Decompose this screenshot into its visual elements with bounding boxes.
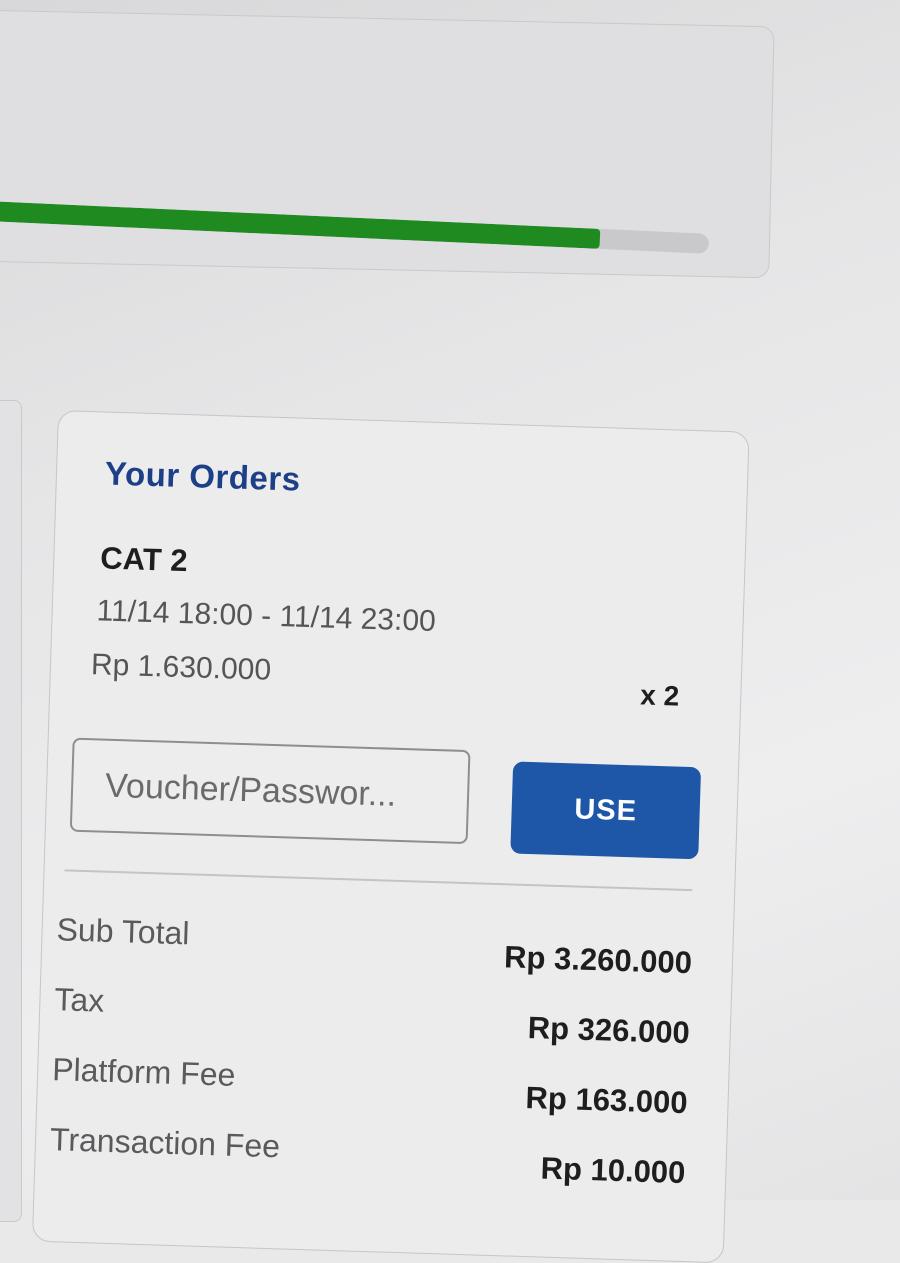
order-item-quantity: x 2 (639, 679, 680, 712)
progress-card (0, 9, 775, 279)
summary-label: Sub Total (56, 911, 191, 952)
voucher-input[interactable] (69, 737, 471, 845)
progress-bar (0, 200, 710, 254)
order-item-time: 11/14 18:00 - 11/14 23:00 (96, 594, 437, 638)
use-voucher-button[interactable]: USE (510, 761, 702, 860)
progress-bar-fill (0, 200, 600, 249)
side-panel (0, 400, 22, 1222)
divider (64, 869, 693, 892)
order-item-price: Rp 1.630.000 (90, 648, 272, 687)
order-item-name: CAT 2 (99, 540, 189, 579)
summary-value: Rp 3.260.000 (503, 939, 693, 981)
summary-label: Platform Fee (51, 1051, 236, 1093)
summary-value: Rp 326.000 (527, 1010, 691, 1051)
orders-card: Your Orders CAT 2 11/14 18:00 - 11/14 23… (31, 410, 750, 1263)
summary-value: Rp 163.000 (525, 1080, 689, 1121)
summary-label: Transaction Fee (49, 1121, 281, 1165)
summary-label: Tax (53, 981, 105, 1019)
summary-value: Rp 10.000 (540, 1150, 686, 1191)
orders-title: Your Orders (104, 454, 302, 498)
